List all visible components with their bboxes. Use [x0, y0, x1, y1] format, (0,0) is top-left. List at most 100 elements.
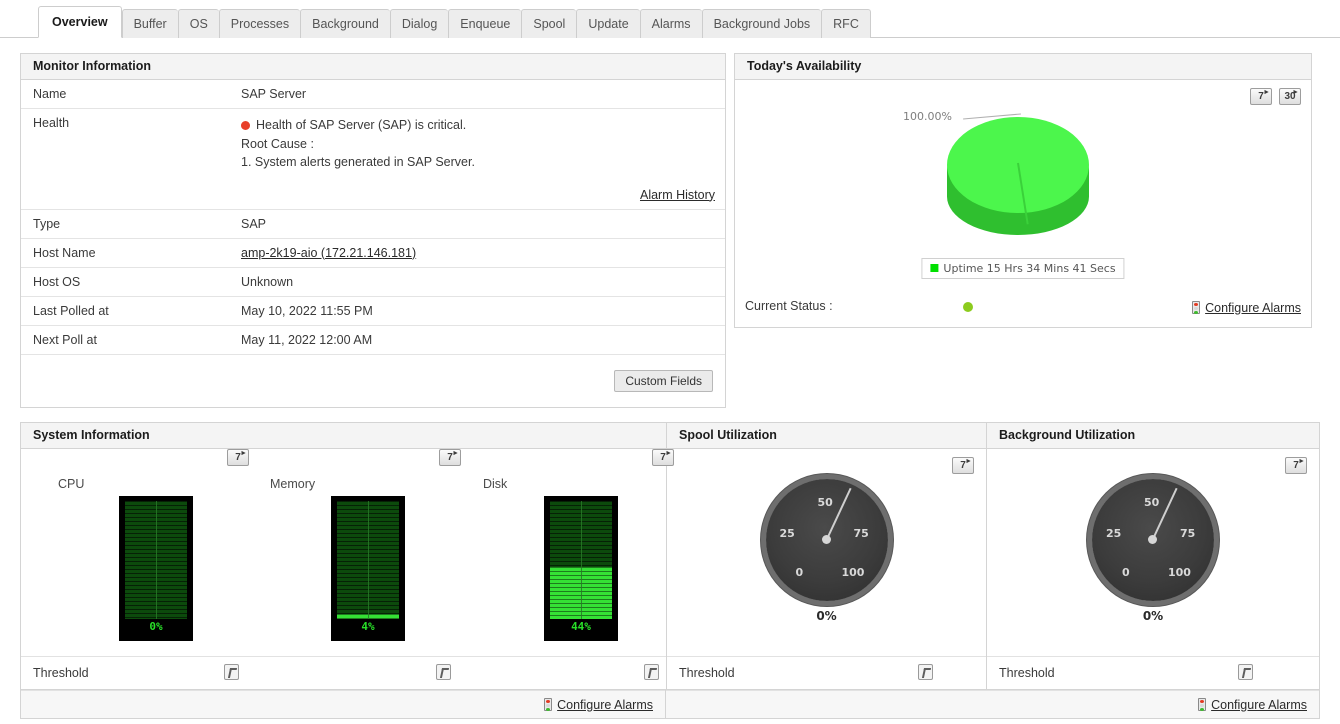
tab-update[interactable]: Update	[576, 9, 639, 38]
bar-divider	[156, 501, 157, 619]
table-row: Custom Fields	[21, 354, 725, 407]
configure-alarms-link[interactable]: Configure Alarms	[1205, 301, 1301, 315]
row-value-next-poll: May 11, 2022 12:00 AM	[229, 325, 725, 354]
tab-background[interactable]: Background	[300, 9, 390, 38]
current-status-row: Current Status : Configure Alarms	[735, 299, 1311, 317]
flag-icon: ►	[1298, 458, 1305, 465]
system-information-title: System Information	[21, 423, 666, 449]
gauge-tick-25: 25	[1106, 527, 1121, 540]
table-row: Health Health of SAP Server (SAP) is cri…	[21, 109, 725, 210]
bar-divider	[368, 501, 369, 619]
table-row: Next Poll at May 11, 2022 12:00 AM	[21, 325, 725, 354]
gauge-tick-75: 75	[1180, 527, 1195, 540]
critical-status-icon	[241, 121, 250, 130]
configure-alarms-availability[interactable]: Configure Alarms	[1192, 299, 1301, 315]
threshold-edit-icon-cpu[interactable]	[224, 664, 239, 680]
configure-alarms-background[interactable]: Configure Alarms	[1198, 696, 1307, 712]
threshold-row-background: Threshold	[987, 656, 1319, 689]
gauge-tick-100: 100	[1168, 566, 1191, 579]
bar-track-memory	[337, 501, 399, 619]
range-7-days-button-background[interactable]: 7►	[1285, 457, 1307, 474]
monitor-information-panel: Monitor Information Name SAP Server Heal…	[20, 53, 726, 408]
spool-utilization-body: 7► 0 25 50 75 100 0% Threshold	[667, 449, 986, 689]
threshold-row-system: Threshold	[21, 656, 666, 689]
tab-spool[interactable]: Spool	[521, 9, 576, 38]
background-alarm-strip: Configure Alarms	[666, 690, 1320, 719]
traffic-light-icon	[1192, 301, 1200, 314]
spool-gauge-value: 0%	[667, 609, 986, 623]
legend-swatch-uptime	[930, 264, 938, 272]
threshold-edit-icon-memory[interactable]	[436, 664, 451, 680]
row-label-name: Name	[21, 80, 229, 109]
availability-pie-chart: 100.00%	[735, 80, 1311, 245]
spool-gauge: 0 25 50 75 100 0%	[667, 479, 986, 623]
monitor-information-table: Name SAP Server Health Health of SAP Ser…	[21, 80, 725, 407]
current-status-label: Current Status :	[745, 299, 833, 313]
configure-alarms-link[interactable]: Configure Alarms	[557, 698, 653, 712]
pie-data-label: 100.00%	[903, 110, 952, 123]
top-row: Monitor Information Name SAP Server Heal…	[0, 53, 1340, 408]
range-7-days-button-memory[interactable]: 7►	[439, 449, 461, 466]
bar-gauge-group: CPU 7► 0% Memory	[21, 449, 666, 664]
configure-alarms-system[interactable]: Configure Alarms	[544, 696, 653, 712]
configure-alarms-link[interactable]: Configure Alarms	[1211, 698, 1307, 712]
bar-value-memory: 4%	[331, 620, 405, 633]
gauge-hub	[822, 535, 831, 544]
system-information-panel: System Information CPU 7► 0%	[21, 423, 667, 689]
row-value-type: SAP	[229, 209, 725, 238]
gauge-tick-0: 0	[796, 566, 804, 579]
tab-os[interactable]: OS	[178, 9, 219, 38]
tab-buffer[interactable]: Buffer	[122, 9, 178, 38]
bar-label-disk: Disk	[483, 477, 507, 491]
alarm-history-link[interactable]: Alarm History	[640, 188, 715, 202]
gauge-tick-75: 75	[854, 527, 869, 540]
threshold-edit-icon-background[interactable]	[1238, 664, 1253, 680]
range-7-days-button-cpu[interactable]: 7►	[227, 449, 249, 466]
tab-overview[interactable]: Overview	[38, 6, 122, 38]
custom-fields-cell: Custom Fields	[229, 354, 725, 407]
bar-label-memory: Memory	[270, 477, 315, 491]
row-label-next-poll: Next Poll at	[21, 325, 229, 354]
tab-processes[interactable]: Processes	[219, 9, 300, 38]
table-row: Name SAP Server	[21, 80, 725, 109]
table-row: Type SAP	[21, 209, 725, 238]
row-value-host-name: amp-2k19-aio (172.21.146.181)	[229, 238, 725, 267]
threshold-edit-icon-disk[interactable]	[644, 664, 659, 680]
background-gauge: 0 25 50 75 100 0%	[987, 479, 1319, 623]
background-utilization-panel: Background Utilization 7► 0 25 50 75 100…	[987, 423, 1319, 689]
host-name-link[interactable]: amp-2k19-aio (172.21.146.181)	[241, 246, 416, 260]
row-label-host-os: Host OS	[21, 267, 229, 296]
health-status-text: Health of SAP Server (SAP) is critical.	[256, 118, 466, 132]
bar-divider	[581, 501, 582, 619]
table-row: Last Polled at May 10, 2022 11:55 PM	[21, 296, 725, 325]
row-label-type: Type	[21, 209, 229, 238]
tab-enqueue[interactable]: Enqueue	[448, 9, 521, 38]
custom-fields-wrap: Custom Fields	[241, 362, 725, 400]
tab-dialog[interactable]: Dialog	[390, 9, 448, 38]
threshold-label-system: Threshold	[33, 666, 89, 680]
todays-availability-title: Today's Availability	[735, 54, 1311, 80]
availability-legend: Uptime 15 Hrs 34 Mins 41 Secs	[921, 258, 1124, 279]
threshold-label-spool: Threshold	[679, 666, 735, 680]
gauge-tick-0: 0	[1122, 566, 1130, 579]
threshold-edit-icon-spool[interactable]	[918, 664, 933, 680]
pie-graphic	[947, 117, 1089, 235]
gauge-tick-50: 50	[818, 496, 833, 509]
background-utilization-body: 7► 0 25 50 75 100 0% Threshold	[987, 449, 1319, 689]
current-status-indicator-icon	[963, 302, 973, 312]
gauge-tick-25: 25	[780, 527, 795, 540]
row-label-last-polled: Last Polled at	[21, 296, 229, 325]
range-7-days-button-spool[interactable]: 7►	[952, 457, 974, 474]
tab-alarms[interactable]: Alarms	[640, 9, 702, 38]
tab-background-jobs[interactable]: Background Jobs	[702, 9, 822, 38]
background-gauge-value: 0%	[987, 609, 1319, 623]
tab-rfc[interactable]: RFC	[821, 9, 871, 38]
custom-fields-button[interactable]: Custom Fields	[614, 370, 713, 392]
row-value-last-polled: May 10, 2022 11:55 PM	[229, 296, 725, 325]
bar-value-disk: 44%	[544, 620, 618, 633]
gauge-hub	[1148, 535, 1157, 544]
gauge-tick-50: 50	[1144, 496, 1159, 509]
table-row: Host Name amp-2k19-aio (172.21.146.181)	[21, 238, 725, 267]
flag-icon: ►	[965, 458, 972, 465]
todays-availability-panel: Today's Availability 7► 30► 100.00%	[734, 53, 1312, 328]
